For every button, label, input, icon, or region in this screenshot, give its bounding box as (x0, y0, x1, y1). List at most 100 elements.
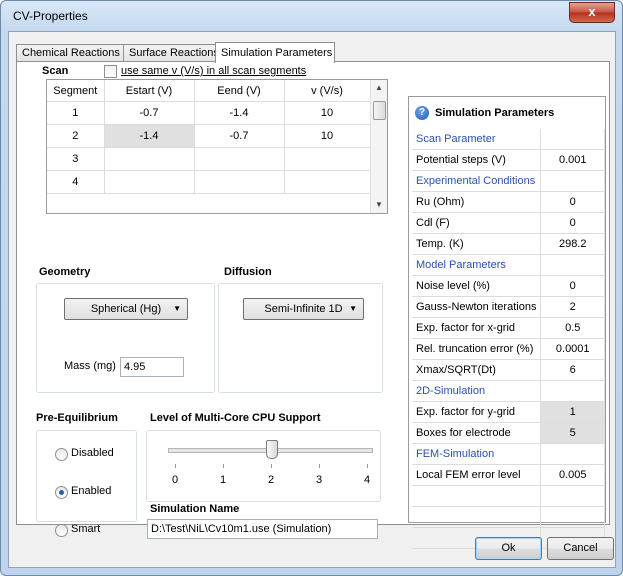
table-cell[interactable]: 10 (284, 124, 371, 148)
table-row: 2 -1.4 -0.7 10 (47, 124, 371, 148)
table-row: Noise level (%) 0 (412, 275, 605, 297)
tab-chemical-reactions[interactable]: Chemical Reactions (16, 44, 124, 62)
radio-disabled[interactable] (55, 448, 68, 461)
table-cell[interactable] (194, 170, 285, 194)
table-row: Rel. truncation error (%) 0.0001 (412, 338, 605, 360)
close-button[interactable]: x (569, 2, 615, 23)
chevron-down-icon: ▼ (349, 304, 357, 313)
table-row: Temp. (K) 298.2 (412, 233, 605, 255)
sim-param-value[interactable] (540, 506, 605, 528)
table-cell[interactable] (104, 170, 195, 194)
sim-param-value[interactable]: 2 (540, 296, 605, 318)
sim-param-value (540, 129, 605, 150)
radio-smart[interactable] (55, 524, 68, 537)
table-cell[interactable]: -0.7 (104, 101, 195, 125)
diffusion-title: Diffusion (224, 266, 272, 278)
table-row (412, 485, 605, 507)
sim-param-label: Noise level (%) (412, 275, 542, 297)
sim-param-value[interactable]: 0 (540, 191, 605, 213)
radio-enabled[interactable] (55, 486, 68, 499)
scroll-up-icon[interactable]: ▲ (375, 83, 383, 92)
scan-title: Scan (42, 65, 69, 77)
dialog-client-area: Chemical Reactions Surface Reactions Sim… (8, 31, 616, 568)
sim-param-value[interactable]: 0.005 (540, 464, 605, 486)
radio-enabled-label[interactable]: Enabled (71, 485, 111, 497)
table-cell-selected[interactable]: -1.4 (104, 124, 195, 148)
table-cell[interactable]: 4 (47, 170, 105, 194)
mass-input[interactable]: 4.95 (120, 357, 184, 377)
column-header[interactable]: v (V/s) (284, 80, 371, 102)
sim-param-value[interactable]: 5 (540, 422, 605, 444)
sim-param-label: Exp. factor for y-grid (412, 401, 542, 423)
table-row: Experimental Conditions (412, 170, 605, 192)
table-row (412, 506, 605, 528)
column-header[interactable]: Segment (47, 80, 105, 102)
sim-param-value[interactable] (540, 485, 605, 507)
table-row: 1 -0.7 -1.4 10 (47, 101, 371, 125)
title-bar[interactable]: CV-Properties x (1, 1, 622, 31)
geometry-select[interactable]: Spherical (Hg) ▼ (64, 298, 188, 320)
sim-param-label: Boxes for electrode (412, 422, 542, 444)
slider-tick (223, 464, 224, 468)
table-cell[interactable]: 10 (284, 101, 371, 125)
cv-properties-window: CV-Properties x Chemical Reactions Surfa… (0, 0, 623, 576)
sim-param-value (540, 170, 605, 192)
scan-segments-grid[interactable]: Segment Estart (V) Eend (V) v (V/s) 1 -0… (46, 79, 388, 214)
sim-param-value (540, 443, 605, 465)
radio-smart-label[interactable]: Smart (71, 523, 100, 535)
sim-param-value[interactable]: 6 (540, 359, 605, 381)
ok-button[interactable]: Ok (475, 537, 542, 560)
table-row: Local FEM error level 0.005 (412, 464, 605, 486)
table-cell[interactable]: 3 (47, 147, 105, 171)
table-row: Xmax/SQRT(Dt) 6 (412, 359, 605, 381)
slider-tick-label: 3 (316, 474, 323, 486)
cancel-button[interactable]: Cancel (547, 537, 614, 560)
table-cell[interactable]: 1 (47, 101, 105, 125)
simulation-name-input[interactable]: D:\Test\NiL\Cv10m1.use (Simulation) (147, 519, 378, 539)
table-cell[interactable]: -0.7 (194, 124, 285, 148)
sim-param-label: Exp. factor for x-grid (412, 317, 542, 339)
pre-equilibrium-group (36, 430, 137, 522)
table-row: 3 (47, 147, 371, 171)
sim-param-value[interactable]: 0.5 (540, 317, 605, 339)
multicore-slider-thumb[interactable] (266, 440, 278, 459)
same-v-checkbox[interactable] (104, 65, 117, 78)
diffusion-selected-value: Semi-Infinite 1D (264, 303, 343, 315)
table-cell[interactable]: -1.4 (194, 101, 285, 125)
slider-tick (175, 464, 176, 468)
sim-param-label: Rel. truncation error (%) (412, 338, 542, 360)
table-row: FEM-Simulation (412, 443, 605, 465)
sim-param-value[interactable]: 0.0001 (540, 338, 605, 360)
column-header[interactable]: Eend (V) (194, 80, 285, 102)
diffusion-select[interactable]: Semi-Infinite 1D ▼ (243, 298, 364, 320)
sim-param-value[interactable]: 0.001 (540, 149, 605, 171)
help-icon[interactable]: ? (415, 106, 429, 120)
tab-simulation-parameters[interactable]: Simulation Parameters (215, 42, 335, 63)
geometry-selected-value: Spherical (Hg) (90, 303, 162, 315)
sim-param-value[interactable]: 0 (540, 212, 605, 234)
sim-param-label (412, 485, 542, 507)
table-cell[interactable] (194, 147, 285, 171)
table-cell[interactable] (104, 147, 195, 171)
slider-tick-label: 0 (172, 474, 179, 486)
scroll-thumb[interactable] (373, 101, 386, 120)
table-cell[interactable] (284, 147, 371, 171)
table-cell[interactable]: 2 (47, 124, 105, 148)
sim-param-label: Local FEM error level (412, 464, 542, 486)
radio-disabled-label[interactable]: Disabled (71, 447, 114, 459)
scan-grid-scrollbar[interactable]: ▲ ▼ (370, 80, 387, 213)
sim-param-value (540, 380, 605, 402)
table-row: 2D-Simulation (412, 380, 605, 402)
scroll-down-icon[interactable]: ▼ (375, 200, 383, 209)
sim-param-value[interactable]: 1 (540, 401, 605, 423)
multicore-group (146, 430, 381, 502)
table-cell[interactable] (284, 170, 371, 194)
sim-param-value[interactable]: 298.2 (540, 233, 605, 255)
sim-param-value[interactable]: 0 (540, 275, 605, 297)
table-row: 4 (47, 170, 371, 194)
sim-param-label: Gauss-Newton iterations (412, 296, 542, 318)
sim-param-value (540, 254, 605, 276)
scan-table: Segment Estart (V) Eend (V) v (V/s) 1 -0… (47, 80, 371, 194)
column-header[interactable]: Estart (V) (104, 80, 195, 102)
tab-surface-reactions[interactable]: Surface Reactions (123, 44, 219, 62)
